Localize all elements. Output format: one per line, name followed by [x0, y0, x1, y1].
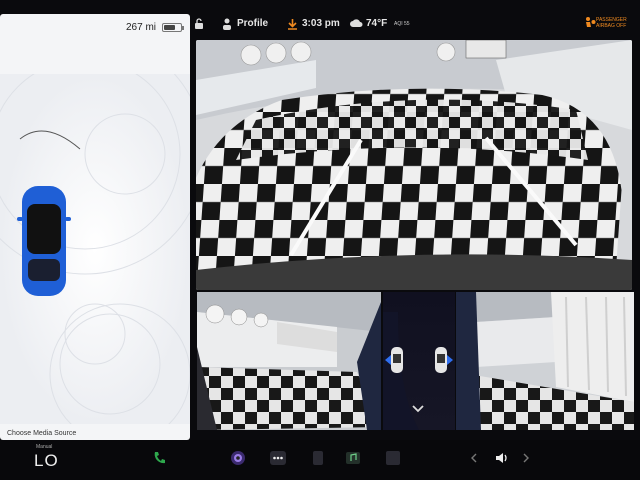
- right-repeater-camera-view[interactable]: [456, 292, 634, 430]
- car-visualization: [0, 74, 190, 424]
- aqi-badge: AQI 55: [394, 21, 410, 27]
- music-app-icon[interactable]: [345, 450, 361, 466]
- outside-temperature: 74°F: [366, 18, 388, 29]
- right-car-mini-icon: [435, 347, 453, 373]
- profile-icon[interactable]: [222, 18, 232, 30]
- download-icon[interactable]: [287, 18, 298, 30]
- camera-app-icon[interactable]: [230, 450, 246, 466]
- volume-down-chevron-icon[interactable]: [470, 453, 478, 463]
- volume-up-chevron-icon[interactable]: [522, 453, 530, 463]
- battery-icon: [162, 23, 184, 32]
- cloud-icon: [350, 19, 363, 27]
- choose-media-source-button[interactable]: Choose Media Source: [7, 430, 76, 437]
- expand-chevron-icon[interactable]: [412, 405, 424, 413]
- volume-icon[interactable]: [494, 450, 510, 466]
- phone-icon[interactable]: [152, 450, 168, 466]
- drive-mode-label: Manual: [36, 444, 53, 450]
- profile-button[interactable]: Profile: [237, 18, 268, 29]
- calendar-app-icon[interactable]: [310, 450, 326, 466]
- range-readout: 267 mi: [125, 22, 156, 33]
- airbag-warning-icon: [586, 17, 596, 27]
- left-repeater-camera-view[interactable]: [197, 292, 381, 430]
- left-camera-feed: [197, 292, 381, 430]
- battery-fill: [164, 25, 176, 30]
- status-bar: Profile 3:03 pm 74°F AQI 55 PASSENGER AI…: [192, 14, 640, 36]
- right-camera-feed: [456, 292, 634, 430]
- car-status-card: 267 mi Choose Media Source: [0, 14, 190, 440]
- passenger-airbag-status: PASSENGER AIRBAG OFF: [596, 17, 627, 29]
- app-launcher-icon[interactable]: [385, 450, 401, 466]
- gear-indicator[interactable]: LO: [34, 451, 59, 471]
- more-apps-icon[interactable]: [270, 450, 286, 466]
- lock-icon[interactable]: [194, 18, 204, 30]
- car-top-icon: [17, 186, 71, 296]
- airbag-line-2: AIRBAG OFF: [596, 23, 627, 29]
- tesla-display: 267 mi Choose Media Source Profile 3:03 …: [0, 0, 640, 480]
- rear-camera-view[interactable]: [196, 40, 632, 290]
- clock-time: 3:03 pm: [302, 18, 340, 29]
- rear-camera-feed: [196, 40, 632, 290]
